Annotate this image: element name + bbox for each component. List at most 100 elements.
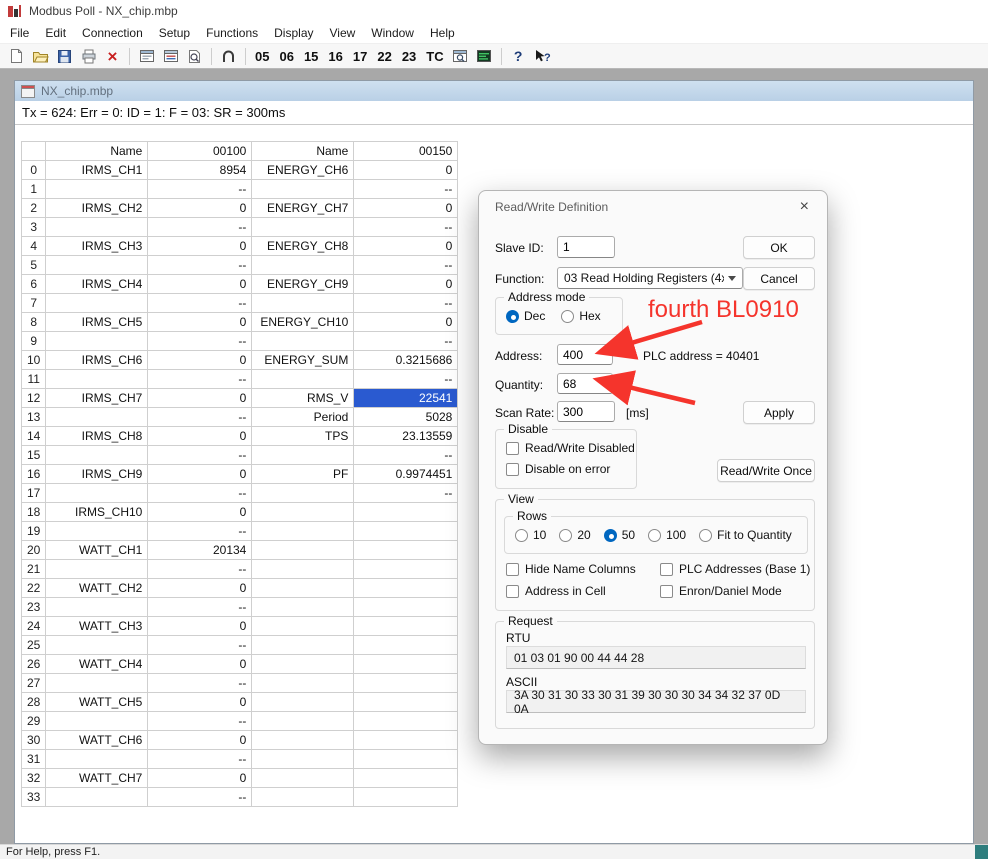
- value-cell[interactable]: [354, 731, 458, 750]
- menu-functions[interactable]: Functions: [198, 23, 266, 43]
- selected-value-cell[interactable]: 22541: [354, 389, 458, 408]
- slave-id-input[interactable]: [557, 236, 615, 258]
- value-cell[interactable]: 5028: [354, 408, 458, 427]
- name-cell[interactable]: IRMS_CH2: [46, 199, 148, 218]
- value-cell[interactable]: 8954: [148, 161, 252, 180]
- view-address-in-cell-checkbox[interactable]: Address in Cell: [506, 584, 658, 598]
- name-cell[interactable]: [46, 598, 148, 617]
- name-cell[interactable]: [252, 769, 354, 788]
- name-cell[interactable]: IRMS_CH8: [46, 427, 148, 446]
- name-cell[interactable]: IRMS_CH6: [46, 351, 148, 370]
- name-cell[interactable]: [252, 712, 354, 731]
- name-cell[interactable]: [252, 560, 354, 579]
- name-cell[interactable]: WATT_CH5: [46, 693, 148, 712]
- value-cell[interactable]: [354, 788, 458, 807]
- menu-file[interactable]: File: [2, 23, 37, 43]
- function-22-button[interactable]: 22: [373, 49, 395, 64]
- value-cell[interactable]: [354, 617, 458, 636]
- view-plc-addresses-base-1-checkbox[interactable]: PLC Addresses (Base 1): [660, 562, 810, 576]
- value-cell[interactable]: --: [148, 370, 252, 389]
- value-cell[interactable]: --: [354, 294, 458, 313]
- value-cell[interactable]: 20134: [148, 541, 252, 560]
- name-cell[interactable]: [252, 579, 354, 598]
- about-button[interactable]: ?: [507, 45, 530, 67]
- rows-option-10[interactable]: 10: [515, 528, 546, 542]
- apply-button[interactable]: Apply: [743, 401, 815, 424]
- name-cell[interactable]: [252, 522, 354, 541]
- value-cell[interactable]: --: [148, 788, 252, 807]
- name-cell[interactable]: [46, 674, 148, 693]
- name-cell[interactable]: IRMS_CH3: [46, 237, 148, 256]
- value-cell[interactable]: 0: [148, 351, 252, 370]
- rows-option-20[interactable]: 20: [559, 528, 590, 542]
- value-cell[interactable]: --: [148, 636, 252, 655]
- value-cell[interactable]: 0: [148, 427, 252, 446]
- communication-window-button[interactable]: [159, 45, 182, 67]
- name-cell[interactable]: WATT_CH3: [46, 617, 148, 636]
- value-cell[interactable]: 0.9974451: [354, 465, 458, 484]
- value-cell[interactable]: 0: [148, 579, 252, 598]
- name-cell[interactable]: [46, 522, 148, 541]
- name-cell[interactable]: [252, 788, 354, 807]
- value-cell[interactable]: --: [354, 218, 458, 237]
- value-cell[interactable]: [354, 560, 458, 579]
- name-cell[interactable]: [46, 636, 148, 655]
- reset-counters-button[interactable]: [217, 45, 240, 67]
- cut-connection-button[interactable]: ×: [101, 45, 124, 67]
- new-file-button[interactable]: [5, 45, 28, 67]
- value-cell[interactable]: [354, 674, 458, 693]
- value-cell[interactable]: [354, 598, 458, 617]
- name-cell[interactable]: [252, 484, 354, 503]
- name-cell[interactable]: RMS_V: [252, 389, 354, 408]
- value-cell[interactable]: --: [148, 408, 252, 427]
- value-cell[interactable]: --: [354, 256, 458, 275]
- name-cell[interactable]: WATT_CH7: [46, 769, 148, 788]
- value-cell[interactable]: --: [148, 332, 252, 351]
- context-help-button[interactable]: ?: [531, 45, 554, 67]
- name-cell[interactable]: [46, 484, 148, 503]
- value-cell[interactable]: 0: [148, 465, 252, 484]
- value-cell[interactable]: 0: [148, 199, 252, 218]
- name-cell[interactable]: [252, 598, 354, 617]
- name-cell[interactable]: [252, 370, 354, 389]
- value-cell[interactable]: [354, 522, 458, 541]
- address-mode-option-dec[interactable]: Dec: [506, 309, 545, 323]
- value-cell[interactable]: --: [354, 332, 458, 351]
- value-cell[interactable]: 0: [148, 769, 252, 788]
- value-cell[interactable]: 0: [148, 389, 252, 408]
- value-cell[interactable]: 0.3215686: [354, 351, 458, 370]
- value-cell[interactable]: 0: [354, 237, 458, 256]
- value-cell[interactable]: [354, 712, 458, 731]
- value-cell[interactable]: --: [148, 522, 252, 541]
- value-cell[interactable]: --: [148, 446, 252, 465]
- name-cell[interactable]: [252, 541, 354, 560]
- read-write-once-button[interactable]: Read/Write Once: [717, 459, 815, 482]
- cancel-button[interactable]: Cancel: [743, 267, 815, 290]
- name-cell[interactable]: [46, 712, 148, 731]
- name-cell[interactable]: [46, 370, 148, 389]
- name-cell[interactable]: IRMS_CH9: [46, 465, 148, 484]
- name-cell[interactable]: [46, 560, 148, 579]
- name-cell[interactable]: [46, 788, 148, 807]
- value-cell[interactable]: [354, 750, 458, 769]
- value-cell[interactable]: 0: [354, 313, 458, 332]
- name-cell[interactable]: WATT_CH6: [46, 731, 148, 750]
- name-cell[interactable]: IRMS_CH5: [46, 313, 148, 332]
- name-cell[interactable]: IRMS_CH10: [46, 503, 148, 522]
- name-cell[interactable]: [252, 636, 354, 655]
- value-cell[interactable]: [354, 579, 458, 598]
- print-button[interactable]: [77, 45, 100, 67]
- function-23-button[interactable]: 23: [398, 49, 420, 64]
- name-cell[interactable]: [252, 294, 354, 313]
- menu-help[interactable]: Help: [422, 23, 463, 43]
- function-06-button[interactable]: 06: [275, 49, 297, 64]
- value-cell[interactable]: --: [354, 484, 458, 503]
- function-05-button[interactable]: 05: [251, 49, 273, 64]
- rows-option-fit-to-quantity[interactable]: Fit to Quantity: [699, 528, 792, 542]
- value-cell[interactable]: --: [354, 446, 458, 465]
- name-cell[interactable]: [252, 750, 354, 769]
- value-cell[interactable]: 0: [148, 313, 252, 332]
- name-cell[interactable]: [46, 256, 148, 275]
- name-cell[interactable]: [46, 294, 148, 313]
- name-cell[interactable]: TPS: [252, 427, 354, 446]
